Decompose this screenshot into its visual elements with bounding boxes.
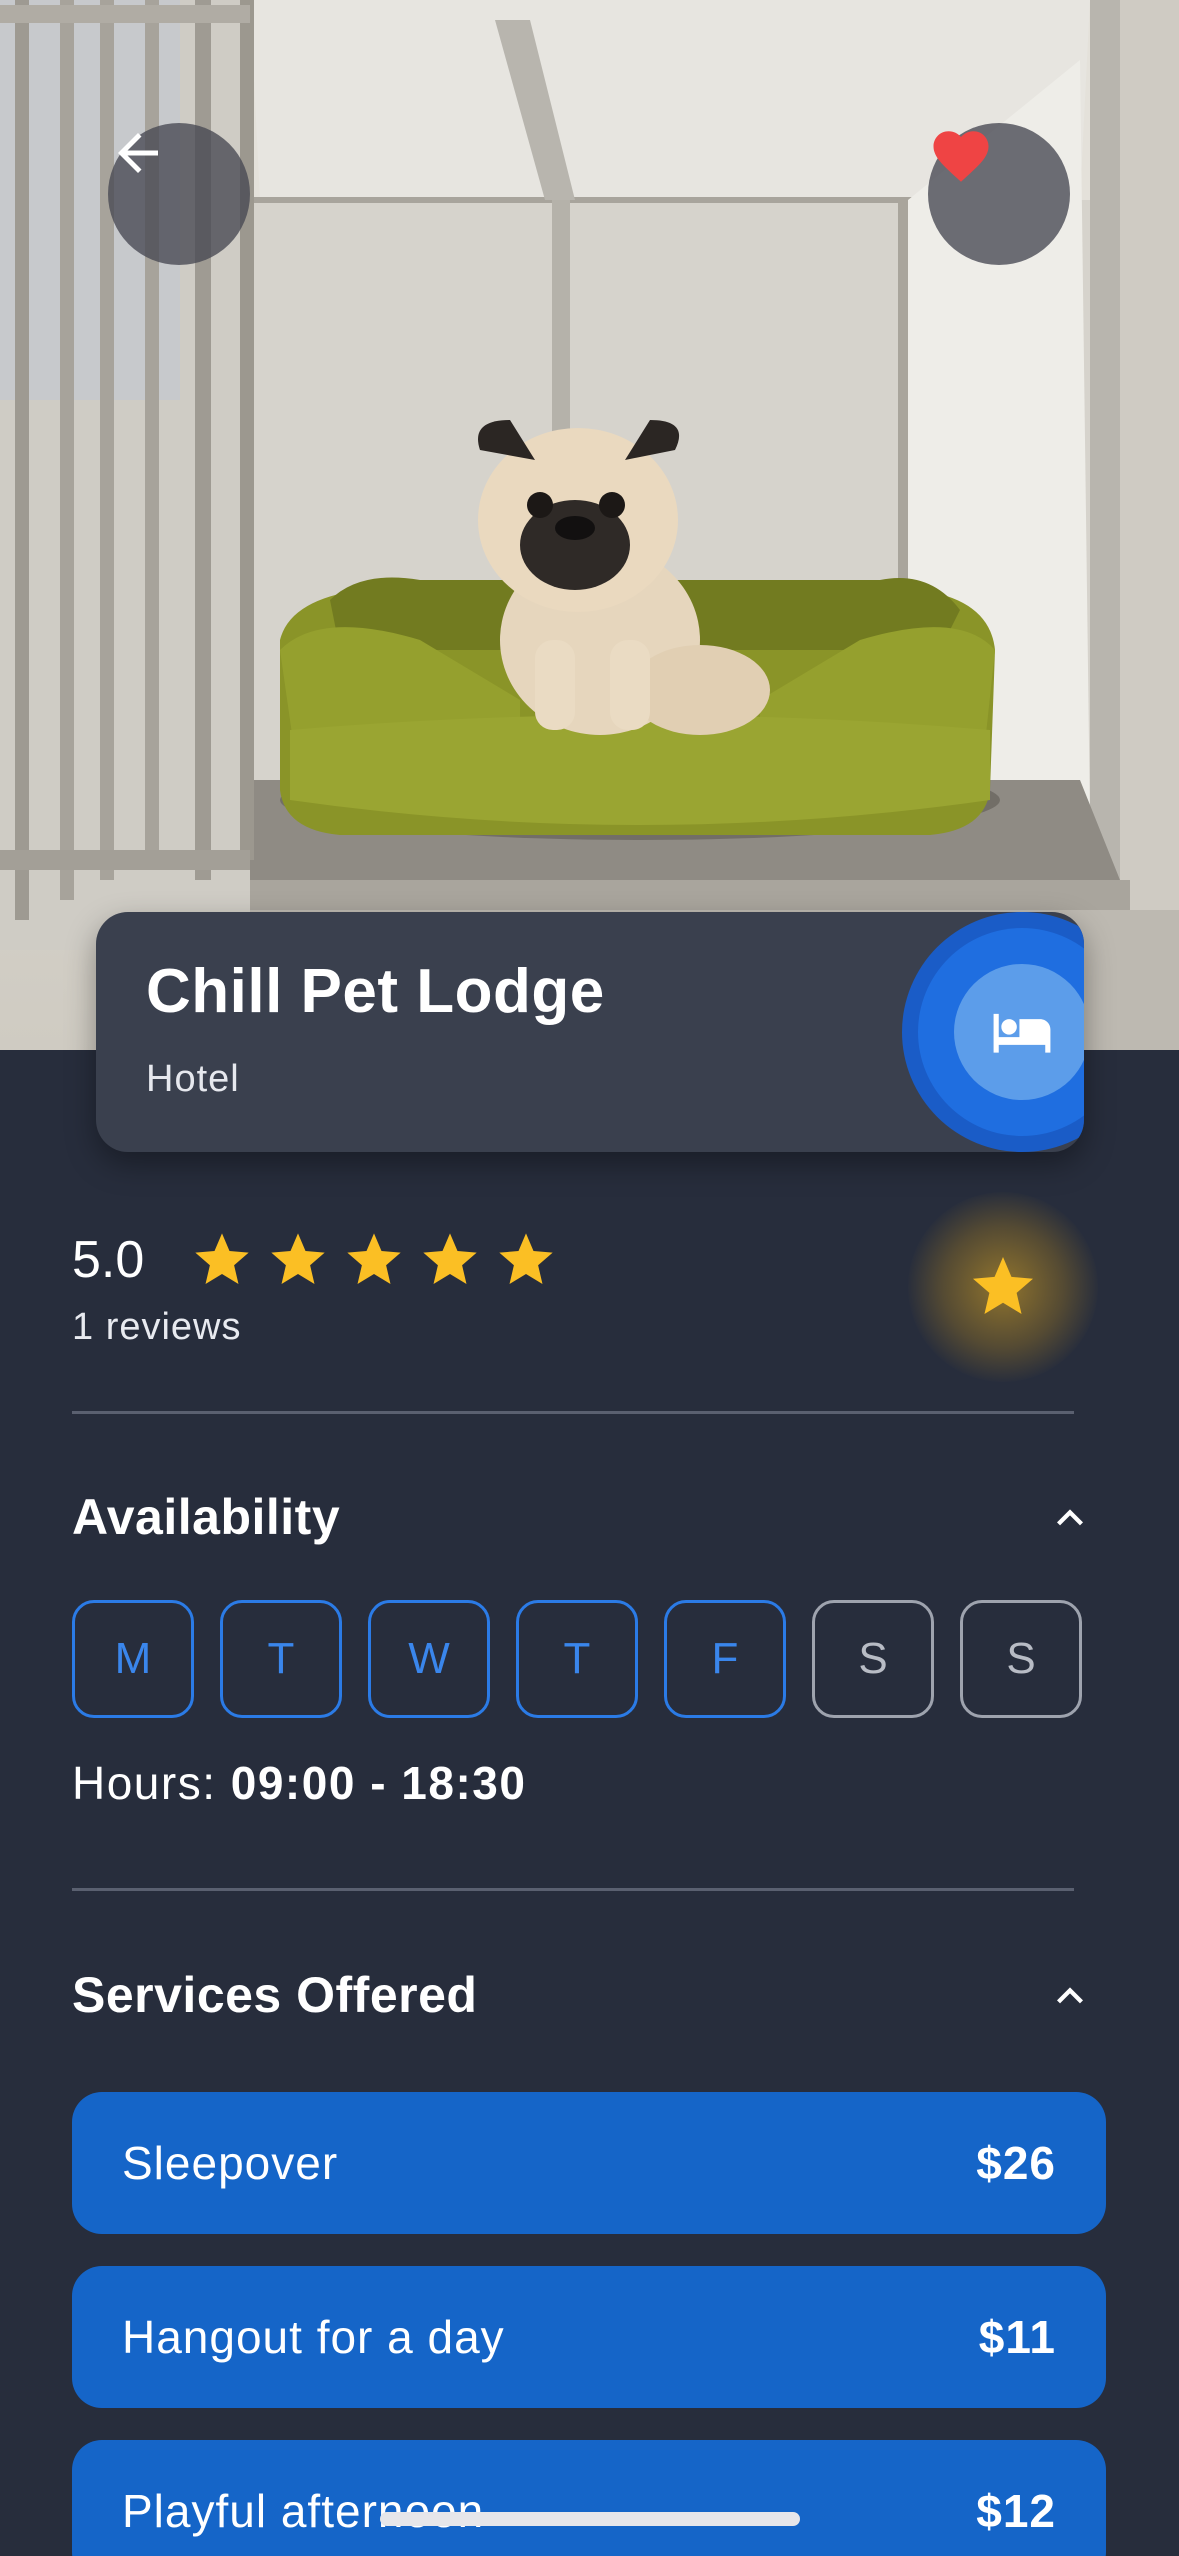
- chevron-up-icon[interactable]: [1044, 1492, 1096, 1544]
- home-indicator[interactable]: [380, 2512, 800, 2526]
- star-icon: [418, 1228, 482, 1292]
- category-badge-core: [954, 964, 1084, 1100]
- hero-image: [0, 0, 1179, 1050]
- divider: [72, 1888, 1074, 1891]
- bed-icon: [993, 1013, 1051, 1053]
- service-item[interactable]: Sleepover $26: [72, 2092, 1106, 2234]
- divider: [72, 1411, 1074, 1414]
- availability-days: M T W T F S S: [72, 1600, 1082, 1718]
- day-friday[interactable]: F: [664, 1600, 786, 1718]
- service-price: $12: [976, 2485, 1056, 2537]
- star-icon: [266, 1228, 330, 1292]
- service-item[interactable]: Playful afternoon $12: [72, 2440, 1106, 2556]
- hours: Hours: 09:00 - 18:30: [72, 1756, 526, 1810]
- heart-icon: [933, 131, 989, 182]
- star-icon: [494, 1228, 558, 1292]
- arrow-left-icon: [118, 133, 158, 173]
- day-thursday[interactable]: T: [516, 1600, 638, 1718]
- service-price: $26: [976, 2137, 1056, 2189]
- service-item[interactable]: Hangout for a day $11: [72, 2266, 1106, 2408]
- day-wednesday[interactable]: W: [368, 1600, 490, 1718]
- day-sunday[interactable]: S: [960, 1600, 1082, 1718]
- rate-button[interactable]: [908, 1192, 1098, 1382]
- service-label: Sleepover: [122, 2137, 339, 2189]
- day-tuesday[interactable]: T: [220, 1600, 342, 1718]
- hours-label: Hours:: [72, 1757, 231, 1809]
- star-icon: [342, 1228, 406, 1292]
- day-monday[interactable]: M: [72, 1600, 194, 1718]
- services-title: Services Offered: [72, 1967, 478, 2023]
- chevron-up-icon[interactable]: [1044, 1970, 1096, 2022]
- day-saturday[interactable]: S: [812, 1600, 934, 1718]
- back-button[interactable]: [108, 123, 250, 265]
- review-count: 1 reviews: [72, 1306, 242, 1348]
- category-badge: [902, 912, 1084, 1152]
- service-price: $11: [978, 2311, 1056, 2363]
- category-badge-clip: [96, 912, 1084, 1152]
- availability-title: Availability: [72, 1489, 341, 1545]
- rating-value: 5.0: [72, 1231, 145, 1289]
- star-icon: [190, 1228, 254, 1292]
- rating-stars: [190, 1228, 558, 1292]
- hours-value: 09:00 - 18:30: [230, 1757, 527, 1809]
- star-icon: [973, 1257, 1033, 1314]
- favorite-button[interactable]: [928, 123, 1070, 265]
- service-label: Playful afternoon: [122, 2485, 485, 2537]
- service-label: Hangout for a day: [122, 2311, 505, 2363]
